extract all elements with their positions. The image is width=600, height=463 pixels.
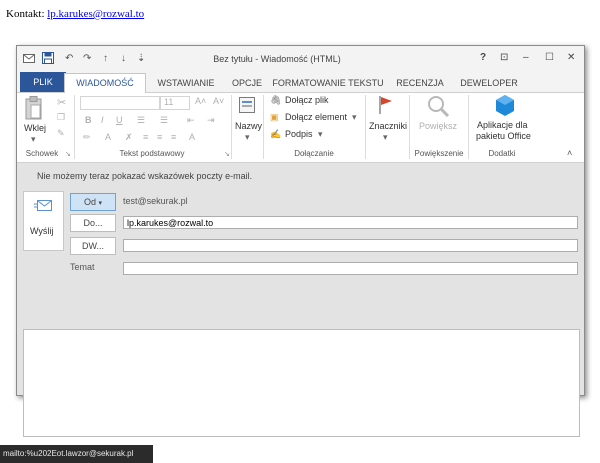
tab-insert[interactable]: WSTAWIANIE	[148, 75, 224, 92]
tab-message[interactable]: WIADOMOŚĆ	[64, 73, 146, 94]
to-button[interactable]: Do...	[70, 214, 116, 232]
copy-icon[interactable]: ❐	[57, 112, 65, 123]
signature-button[interactable]: Podpis	[285, 129, 313, 139]
message-body[interactable]	[23, 329, 580, 437]
collapse-ribbon-icon[interactable]: ˄	[567, 148, 572, 158]
paste-icon[interactable]	[25, 96, 43, 122]
grow-font-icon[interactable]: A˄	[195, 96, 206, 106]
italic-button[interactable]: I	[101, 115, 104, 125]
font-size-value: 11	[164, 97, 174, 107]
addins-group-label: Dodatki	[488, 149, 516, 158]
attach-file-button[interactable]: Dołącz plik	[285, 95, 329, 105]
basic-text-launcher-icon[interactable]: ↘	[224, 150, 230, 158]
font-color-icon[interactable]: A	[105, 132, 111, 142]
title-bar: ↶ ↷ ↑ ↓ ⇣ Bez tytułu - Wiadomość (HTML) …	[17, 46, 584, 72]
compose-area: Nie możemy teraz pokazać wskazówek poczt…	[17, 163, 584, 437]
styles-icon[interactable]: A	[189, 132, 195, 142]
window-title: Bez tytułu - Wiadomość (HTML)	[213, 54, 341, 64]
paste-dropdown-icon[interactable]: ▾	[31, 134, 36, 145]
contact-label: Kontakt:	[6, 8, 45, 20]
subject-label: Temat	[70, 262, 95, 272]
minimize-icon[interactable]: –	[523, 52, 529, 63]
align-center-icon[interactable]: ≡	[157, 132, 162, 142]
tab-developer[interactable]: DEWELOPER	[457, 75, 521, 92]
align-right-icon[interactable]: ≡	[171, 132, 176, 142]
paste-button[interactable]: Wklej	[24, 123, 46, 133]
zoom-icon[interactable]	[427, 95, 449, 117]
close-icon[interactable]: ✕	[567, 52, 575, 63]
send-envelope-icon	[34, 200, 52, 211]
status-bar-url: mailto:%u202Eot.lawzor@sekurak.pl	[0, 445, 153, 463]
zoom-group-label: Powiększenie	[414, 149, 464, 158]
include-group-label: Dołączanie	[294, 149, 334, 158]
ribbon-tabs: PLIK WIADOMOŚĆ WSTAWIANIE OPCJE FORMATOW…	[17, 72, 584, 94]
clipboard-launcher-icon[interactable]: ↘	[65, 150, 71, 158]
from-value: test@sekurak.pl	[123, 196, 188, 206]
attach-item-dropdown-icon[interactable]: ▾	[352, 112, 357, 123]
tab-format-text[interactable]: FORMATOWANIE TEKSTU	[271, 75, 385, 92]
decrease-indent-icon[interactable]: ⇤	[187, 115, 195, 126]
names-button[interactable]: Nazwy	[235, 121, 262, 131]
zoom-button[interactable]: Powiększ	[419, 121, 457, 131]
subject-field[interactable]	[123, 262, 578, 275]
attach-item-button[interactable]: Dołącz element	[285, 112, 347, 122]
attach-item-icon: ▣	[270, 112, 279, 122]
cc-field[interactable]	[123, 239, 578, 252]
clipboard-group-label: Schowek	[25, 149, 59, 158]
numbering-icon[interactable]: ☰	[160, 115, 168, 126]
format-painter-icon[interactable]: ✎	[57, 128, 65, 139]
attach-file-icon: 🖇	[270, 95, 282, 105]
flag-icon[interactable]	[378, 95, 394, 115]
tags-button[interactable]: Znaczniki	[369, 121, 407, 131]
mailtips-info: Nie możemy teraz pokazać wskazówek poczt…	[37, 171, 253, 181]
tab-options[interactable]: OPCJE	[225, 75, 269, 92]
names-dropdown-icon[interactable]: ▾	[245, 132, 250, 143]
contact-line: Kontakt: lp.karukes@rozwal.to	[6, 8, 144, 20]
send-button[interactable]: Wyślij	[23, 191, 64, 251]
tab-review[interactable]: RECENZJA	[391, 75, 449, 92]
group-separator	[74, 95, 75, 159]
ribbon-display-options-icon[interactable]: ⊡	[500, 52, 508, 63]
contact-email-link[interactable]: lp.karukes@rozwal.to	[47, 8, 144, 20]
office-apps-icon[interactable]	[495, 94, 515, 118]
clipboard-group: Wklej ▾ ✂ ❐ ✎	[20, 95, 72, 147]
office-apps-line2[interactable]: pakietu Office	[476, 131, 531, 141]
to-field[interactable]: lp.karukes@rozwal.to	[123, 216, 578, 229]
address-book-icon[interactable]	[238, 96, 256, 114]
cut-icon[interactable]: ✂	[57, 96, 66, 109]
office-apps-line1[interactable]: Aplikacje dla	[477, 120, 528, 130]
clear-formatting-icon[interactable]: ✗	[125, 132, 133, 143]
group-separator	[263, 95, 264, 159]
font-name-box[interactable]	[80, 96, 160, 110]
ribbon: Wklej ▾ ✂ ❐ ✎ Schowek ↘ 11 A˄ A˅ B I U ☰…	[17, 93, 584, 163]
increase-indent-icon[interactable]: ⇥	[207, 115, 215, 126]
outlook-message-window: ↶ ↷ ↑ ↓ ⇣ Bez tytułu - Wiadomość (HTML) …	[16, 45, 585, 437]
bullets-icon[interactable]: ☰	[137, 115, 145, 126]
group-separator	[231, 95, 232, 159]
cc-button[interactable]: DW...	[70, 237, 116, 255]
from-button[interactable]: Od ▾	[70, 193, 116, 211]
send-label: Wyślij	[30, 226, 54, 236]
tags-dropdown-icon[interactable]: ▾	[383, 132, 388, 143]
from-button-label: Od	[83, 197, 96, 207]
help-icon[interactable]: ?	[480, 52, 486, 63]
shrink-font-icon[interactable]: A˅	[213, 96, 224, 106]
group-separator	[365, 95, 366, 159]
font-size-box[interactable]: 11	[160, 96, 190, 110]
bold-button[interactable]: B	[85, 115, 92, 125]
highlight-icon[interactable]: ✏	[83, 132, 91, 143]
signature-icon: ✍	[270, 129, 282, 139]
align-left-icon[interactable]: ≡	[143, 132, 148, 142]
signature-dropdown-icon[interactable]: ▾	[318, 129, 323, 140]
underline-button[interactable]: U	[116, 115, 123, 125]
restore-icon[interactable]: ☐	[545, 52, 554, 63]
from-dropdown-icon: ▾	[98, 200, 103, 207]
tab-file[interactable]: PLIK	[20, 72, 66, 92]
basic-text-group-label: Tekst podstawowy	[119, 149, 185, 158]
